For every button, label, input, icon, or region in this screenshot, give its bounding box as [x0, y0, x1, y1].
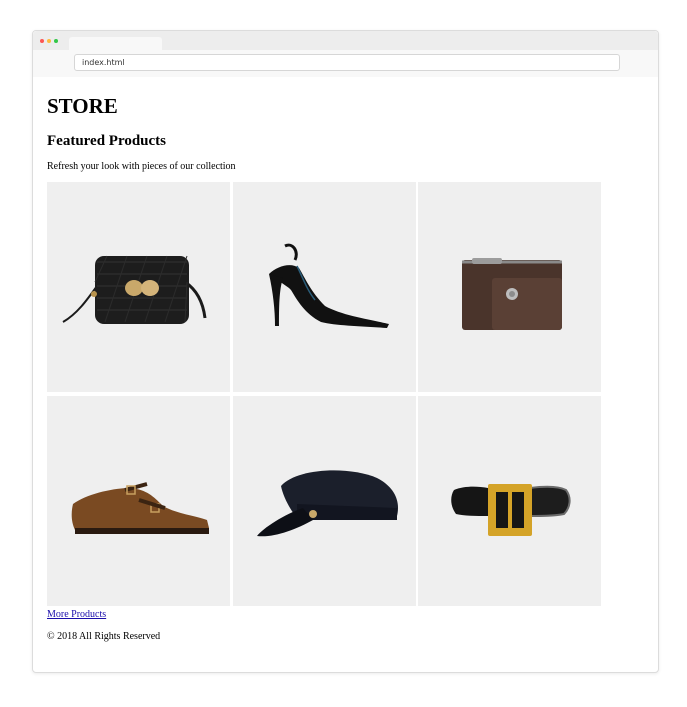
section-title: Featured Products — [47, 133, 167, 149]
product-card[interactable] — [233, 396, 416, 606]
product-card[interactable] — [47, 396, 230, 606]
store-title: STORE — [47, 94, 118, 118]
slingback-heel-icon — [269, 243, 389, 328]
product-grid — [47, 182, 602, 607]
belt-icon — [451, 484, 571, 536]
more-products-link[interactable]: More Products — [47, 609, 106, 621]
browser-tab[interactable] — [69, 37, 162, 50]
product-card[interactable] — [418, 182, 601, 392]
product-card[interactable] — [47, 182, 230, 392]
monk-shoe-icon — [71, 482, 209, 534]
footer-copyright: © 2018 All Rights Reserved — [47, 631, 161, 642]
page-content: STORE Featured Products Refresh your loo… — [47, 77, 658, 672]
address-bar: index.html — [33, 50, 658, 77]
product-card[interactable] — [233, 182, 416, 392]
close-window-icon[interactable] — [40, 39, 44, 43]
tagline: Refresh your look with pieces of our col… — [47, 161, 236, 172]
product-card[interactable] — [418, 396, 601, 606]
url-input[interactable]: index.html — [74, 54, 620, 71]
browser-titlebar — [33, 31, 658, 50]
browser-window: index.html STORE Featured Products Refre… — [32, 30, 659, 673]
crossbody-bag-icon — [62, 255, 207, 324]
maximize-window-icon[interactable] — [54, 39, 58, 43]
captain-cap-icon — [257, 470, 399, 537]
card-wallet-icon — [462, 258, 562, 330]
minimize-window-icon[interactable] — [47, 39, 51, 43]
